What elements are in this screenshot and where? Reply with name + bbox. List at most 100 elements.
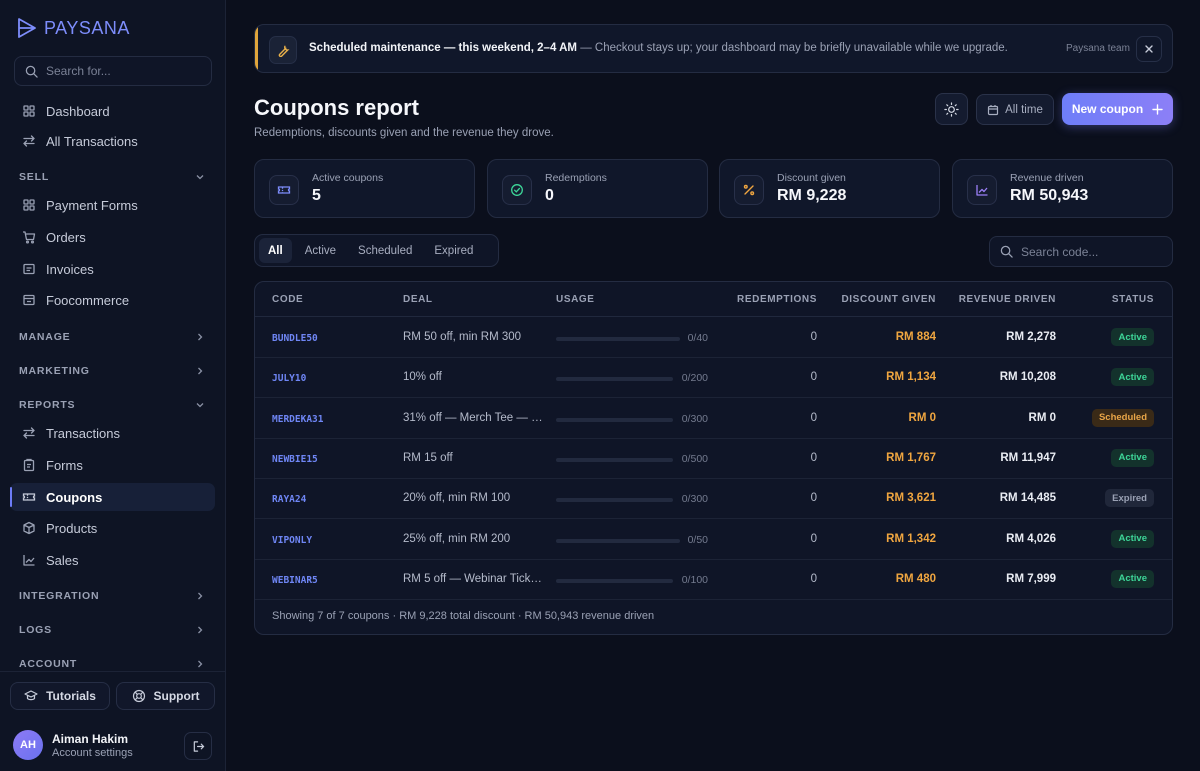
status-tabs: All Active Scheduled Expired: [254, 234, 499, 267]
time-filter-button[interactable]: All time: [976, 94, 1054, 125]
discount-value: RM 0: [908, 411, 936, 424]
user-profile[interactable]: AH Aiman Hakim Account settings: [13, 730, 133, 760]
tutorials-button[interactable]: Tutorials: [10, 682, 110, 710]
sidebar-item-dashboard[interactable]: Dashboard: [10, 97, 215, 125]
coupon-code[interactable]: NEWBIE15: [272, 454, 318, 465]
maintenance-banner: Scheduled maintenance — this weekend, 2–…: [254, 24, 1173, 73]
coupon-code[interactable]: BUNDLE50: [272, 333, 318, 344]
coupon-code[interactable]: VIPONLY: [272, 535, 312, 546]
usage-bar: [556, 377, 673, 382]
redemptions-value: 0: [810, 331, 817, 343]
sidebar-item-sales[interactable]: Sales: [10, 546, 215, 574]
table-row[interactable]: VIPONLY 25% off, min RM 200 0/50 0 RM 1,342 R…: [255, 520, 1172, 560]
chart-line-icon: [22, 553, 36, 567]
section-integration[interactable]: INTEGRATION: [10, 586, 215, 606]
sidebar-item-coupons[interactable]: Coupons: [10, 483, 215, 511]
check-circle-icon: [502, 175, 532, 205]
table-row[interactable]: RAYA24 20% off, min RM 100 0/300 0 RM 3,621 R…: [255, 479, 1172, 520]
search-icon: [1000, 245, 1013, 258]
table-row[interactable]: BUNDLE50 RM 50 off, min RM 300 0/40 0 RM 884…: [255, 318, 1172, 358]
code-search[interactable]: [989, 236, 1173, 267]
section-reports[interactable]: REPORTS: [10, 395, 215, 415]
sidebar-search[interactable]: [14, 56, 212, 86]
tab-expired[interactable]: Expired: [425, 238, 482, 263]
sidebar-item-products[interactable]: Products: [10, 514, 215, 542]
section-logs[interactable]: LOGS: [10, 620, 215, 640]
sidebar-item-label: Orders: [46, 229, 86, 245]
sidebar-item-label: Sales: [46, 552, 79, 568]
sidebar-item-forms[interactable]: Forms: [10, 451, 215, 479]
stat-card-revenue-driven: Revenue driven RM 50,943: [952, 159, 1173, 218]
sidebar-item-orders[interactable]: Orders: [10, 223, 215, 251]
column-header[interactable]: CODE: [272, 294, 303, 305]
page-title: Coupons report: [254, 95, 419, 120]
sidebar-item-label: Payment Forms: [46, 197, 138, 213]
section-manage[interactable]: MANAGE: [10, 327, 215, 347]
redemptions-value: 0: [810, 572, 817, 585]
banner-close-button[interactable]: [1136, 36, 1162, 62]
usage-count: 0/200: [681, 372, 708, 385]
table-row[interactable]: WEBINAR5 RM 5 off — Webinar Ticket... 0/10…: [255, 560, 1172, 600]
coupon-code[interactable]: JULY10: [272, 373, 306, 384]
sidebar-footer: Tutorials Support AH Aiman Hakim Account…: [0, 671, 225, 771]
revenue-value: RM 0: [1028, 411, 1056, 424]
column-header[interactable]: REDEMPTIONS: [737, 294, 817, 305]
discount-value: RM 884: [895, 331, 936, 343]
graduation-cap-icon: [24, 689, 38, 703]
sidebar-item-label: Coupons: [46, 489, 103, 505]
usage-count: 0/100: [681, 573, 708, 586]
table-summary: Showing 7 of 7 coupons · RM 9,228 total …: [272, 610, 655, 622]
new-coupon-button[interactable]: New coupon: [1062, 93, 1173, 125]
column-header[interactable]: DEAL: [403, 294, 433, 305]
chevron-right-icon: [195, 366, 205, 376]
section-label: INTEGRATION: [19, 590, 100, 602]
coupons-table: CODE DEAL USAGE REDEMPTIONS DISCOUNT GIV…: [254, 281, 1173, 635]
lifebuoy-icon: [132, 689, 146, 703]
usage-count: 0/300: [681, 412, 708, 425]
status-badge: Active: [1111, 529, 1154, 548]
coupon-code[interactable]: WEBINAR5: [272, 575, 318, 586]
sidebar-item-invoices[interactable]: Invoices: [10, 255, 215, 283]
column-header[interactable]: USAGE: [556, 294, 595, 305]
sidebar-item-payment-forms[interactable]: Payment Forms: [10, 191, 215, 219]
sidebar-item-transactions[interactable]: Transactions: [10, 419, 215, 447]
table-row[interactable]: NEWBIE15 RM 15 off 0/500 0 RM 1,767 RM 11,947…: [255, 439, 1172, 479]
stat-value: RM 9,228: [777, 187, 847, 204]
status-badge: Active: [1111, 448, 1154, 467]
sidebar-item-all-transactions[interactable]: All Transactions: [10, 127, 215, 155]
column-header[interactable]: REVENUE DRIVEN: [959, 294, 1056, 305]
coupon-code[interactable]: RAYA24: [272, 494, 306, 505]
logout-button[interactable]: [184, 732, 212, 760]
table-row[interactable]: MERDEKA31 31% off — Merch Tee — Pa... 0/30…: [255, 399, 1172, 439]
sidebar-search-input[interactable]: [46, 64, 196, 78]
chevron-right-icon: [195, 659, 205, 669]
coupon-deal: RM 50 off, min RM 300: [403, 331, 522, 343]
tab-all[interactable]: All: [259, 238, 292, 263]
usage-bar: [556, 417, 673, 422]
table-row[interactable]: JULY10 10% off 0/200 0 RM 1,134 RM 10,208 Acti…: [255, 358, 1172, 399]
stat-card-active-coupons: Active coupons 5: [254, 159, 475, 218]
section-label: MARKETING: [19, 365, 90, 377]
tab-active[interactable]: Active: [296, 238, 345, 263]
section-marketing[interactable]: MARKETING: [10, 361, 215, 381]
coupon-code[interactable]: MERDEKA31: [272, 414, 323, 425]
discount-value: RM 480: [895, 572, 936, 585]
code-search-input[interactable]: [1021, 244, 1171, 259]
sidebar-item-label: Transactions: [46, 425, 120, 441]
section-sell[interactable]: SELL: [10, 167, 215, 187]
usage-bar: [556, 498, 673, 503]
column-header[interactable]: STATUS: [1112, 294, 1154, 305]
account-settings-link[interactable]: Account settings: [52, 747, 133, 759]
support-button[interactable]: Support: [116, 682, 215, 710]
theme-toggle-button[interactable]: [935, 93, 968, 125]
column-header[interactable]: DISCOUNT GIVEN: [841, 294, 936, 305]
stat-value: 0: [545, 187, 554, 204]
brand-logo[interactable]: PAYSANA: [16, 17, 130, 39]
support-label: Support: [153, 689, 200, 703]
discount-value: RM 1,342: [886, 532, 936, 545]
plus-icon: [1152, 103, 1163, 115]
page-subtitle: Redemptions, discounts given and the rev…: [254, 127, 554, 139]
sidebar-item-foocommerce[interactable]: Foocommerce: [10, 286, 215, 314]
revenue-value: RM 2,278: [1006, 331, 1056, 343]
tab-scheduled[interactable]: Scheduled: [349, 238, 421, 263]
